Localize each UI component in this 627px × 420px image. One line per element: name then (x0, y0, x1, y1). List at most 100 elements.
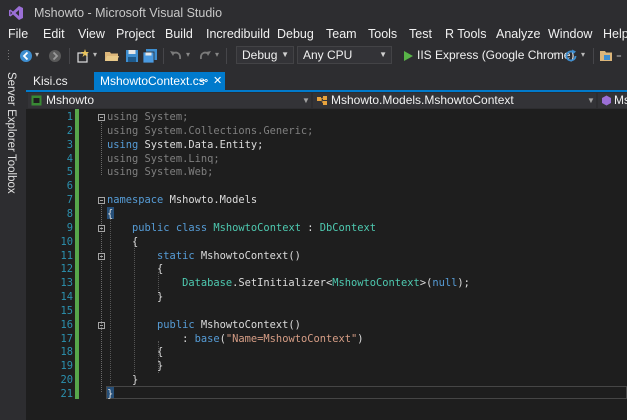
code-line[interactable]: } (107, 388, 113, 400)
solution-platform-select[interactable]: Any CPU ▼ (297, 46, 392, 64)
outline-line (101, 122, 103, 175)
tab-mshowtocontext-cs[interactable]: MshowtoContext.cs ⊸ ✕ (94, 72, 225, 91)
menu-r-tools[interactable]: R Tools (445, 27, 486, 41)
code-token: { (107, 235, 139, 248)
navigate-back-dropdown-icon[interactable]: ▾ (35, 50, 39, 59)
code-editor[interactable]: 1 2 3 4 5 6 7 8 9 10 11 12 13 14 15 16 17 18 19 20 21 using … (26, 109, 627, 420)
close-icon[interactable]: ✕ (213, 72, 222, 91)
toolbox-tab[interactable]: Toolbox (5, 154, 17, 194)
collapse-usings-icon[interactable] (98, 114, 105, 121)
code-line[interactable]: public class MshowtoContext : DbContext (107, 222, 376, 234)
code-token: MshowtoContext (213, 221, 301, 234)
code-line[interactable]: static MshowtoContext() (107, 250, 301, 262)
class-icon (317, 96, 327, 105)
code-token: using (107, 152, 139, 165)
code-line[interactable]: } (107, 291, 163, 303)
code-line[interactable]: using System; (107, 111, 188, 123)
code-line[interactable]: using System.Web; (107, 166, 213, 178)
menu-project[interactable]: Project (116, 27, 155, 41)
new-project-icon[interactable] (75, 48, 91, 64)
start-debugging-target[interactable]: IIS Express (Google Chrome) (417, 48, 574, 62)
code-line[interactable]: { (107, 263, 163, 275)
line-number: 1 (66, 111, 73, 123)
member-select[interactable]: Ms (598, 93, 627, 108)
navigate-back-icon[interactable] (18, 48, 34, 64)
code-line[interactable]: Database.SetInitializer<MshowtoContext>(… (107, 277, 470, 289)
menu-window[interactable]: Window (548, 27, 592, 41)
menu-view[interactable]: View (78, 27, 105, 41)
code-line[interactable]: } (107, 360, 163, 372)
redo-dropdown-icon[interactable]: ▾ (215, 50, 219, 59)
tab-label: Kisi.cs (33, 74, 68, 88)
project-select[interactable]: Mshowto ▼ (28, 93, 311, 108)
save-icon[interactable] (124, 48, 140, 64)
undo-dropdown-icon[interactable]: ▾ (186, 50, 190, 59)
code-token: } (107, 388, 114, 400)
method-icon (602, 95, 611, 106)
code-line[interactable]: using System.Data.Entity; (107, 139, 263, 151)
line-number: 6 (66, 180, 73, 193)
refresh-icon[interactable] (563, 48, 579, 64)
undo-icon[interactable] (168, 48, 184, 64)
class-select[interactable]: Mshowto.Models.MshowtoContext ▼ (313, 93, 596, 108)
server-explorer-tab[interactable]: Server Explorer (5, 72, 17, 152)
code-token: } (107, 291, 164, 304)
code-token: { (107, 207, 114, 220)
code-token: namespace (107, 194, 164, 207)
pin-icon[interactable]: ⊸ (199, 72, 208, 91)
side-tool-strip: Server Explorer Toolbox (0, 70, 26, 420)
run-target-dropdown-icon[interactable]: ▾ (553, 50, 557, 59)
tab-kisi-cs[interactable]: Kisi.cs (27, 72, 95, 91)
menu-tools[interactable]: Tools (368, 27, 397, 41)
menu-analyze[interactable]: Analyze (496, 27, 540, 41)
line-number: 9 (66, 221, 73, 234)
code-line[interactable]: { (107, 346, 163, 358)
code-line[interactable]: { (107, 208, 113, 220)
open-file-icon[interactable] (104, 48, 120, 64)
code-token: DbContext (319, 221, 377, 234)
tab-label: MshowtoContext.cs (100, 74, 205, 88)
toolbar-separator (163, 48, 164, 64)
menu-help[interactable]: Help (603, 27, 627, 41)
code-line[interactable]: public MshowtoContext() (107, 319, 301, 331)
toolbar-overflow-icon[interactable]: ₌ (616, 48, 622, 61)
code-line[interactable]: : base("Name=MshowtoContext") (107, 333, 363, 345)
solution-configuration-select[interactable]: Debug ▼ (236, 46, 294, 64)
new-project-dropdown-icon[interactable]: ▾ (93, 50, 97, 59)
toolbar-separator (593, 48, 594, 64)
start-debugging-icon[interactable] (400, 48, 416, 64)
collapse-method-icon[interactable] (98, 322, 105, 329)
class-select-value: Mshowto.Models.MshowtoContext (331, 93, 514, 107)
code-token: null (432, 277, 458, 290)
navigate-forward-icon[interactable] (47, 48, 63, 64)
menu-bar: File Edit View Project Build Incredibuil… (0, 26, 627, 44)
menu-build[interactable]: Build (165, 27, 193, 41)
menu-team[interactable]: Team (326, 27, 357, 41)
toolbar-separator (226, 48, 227, 64)
collapse-method-icon[interactable] (98, 253, 105, 260)
code-line[interactable]: namespace Mshowto.Models (107, 194, 257, 206)
code-token: public (157, 318, 195, 331)
save-all-icon[interactable] (142, 48, 158, 64)
project-select-value: Mshowto (46, 93, 95, 107)
line-number: 11 (60, 249, 73, 262)
code-token: using (107, 138, 139, 151)
code-line[interactable]: { (107, 236, 138, 248)
code-token: System.Data.Entity; (138, 138, 264, 151)
menu-edit[interactable]: Edit (43, 27, 65, 41)
menu-test[interactable]: Test (409, 27, 432, 41)
redo-icon[interactable] (197, 48, 213, 64)
collapse-namespace-icon[interactable] (98, 197, 105, 204)
code-line[interactable]: using System.Linq; (107, 153, 220, 165)
outline-line (101, 205, 103, 392)
solution-platform-value: Any CPU (303, 48, 353, 62)
menu-incredibuild[interactable]: Incredibuild (206, 27, 270, 41)
menu-file[interactable]: File (8, 27, 28, 41)
browser-link-icon[interactable] (598, 48, 614, 64)
refresh-dropdown-icon[interactable]: ▾ (581, 50, 585, 59)
code-line[interactable]: } (107, 374, 138, 386)
code-line[interactable]: using System.Collections.Generic; (107, 125, 313, 137)
menu-debug[interactable]: Debug (277, 27, 314, 41)
title-bar: Mshowto - Microsoft Visual Studio (0, 0, 627, 26)
collapse-class-icon[interactable] (98, 225, 105, 232)
